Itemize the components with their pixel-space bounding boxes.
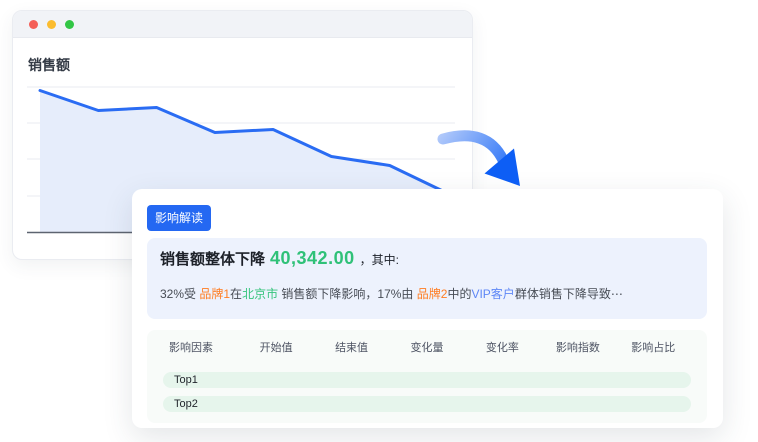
table-header-cell: 变化量	[389, 339, 464, 355]
detail-segment: 32%受	[160, 287, 199, 301]
table-header-cell: 开始值	[238, 339, 313, 355]
detail-segment: 在	[230, 287, 242, 301]
impact-table: 影响因素 开始值 结束值 变化量 变化率 影响指数 影响占比 Top1 Top2	[147, 330, 707, 423]
table-header-cell: 结束值	[314, 339, 389, 355]
detail-segment: 中的	[447, 287, 471, 301]
insight-card: 影响解读 销售额整体下降 40,342.00 ，其中: 32%受 品牌1在北京市…	[132, 189, 723, 428]
window-minimize-icon[interactable]	[47, 20, 56, 29]
summary-panel: 销售额整体下降 40,342.00 ，其中: 32%受 品牌1在北京市 销售额下…	[147, 238, 707, 319]
detail-segment-brand1: 品牌1	[199, 287, 230, 301]
detail-segment: 销售额下降影响，17%由	[278, 287, 417, 301]
table-header-cell: 影响占比	[616, 339, 691, 355]
summary-suffix: ，其中:	[360, 251, 399, 268]
impact-analysis-badge[interactable]: 影响解读	[147, 205, 211, 231]
summary-value: 40,342.00	[270, 248, 355, 269]
window-titlebar	[13, 11, 472, 38]
chart-title: 销售额	[28, 55, 70, 75]
table-row: Top2	[163, 396, 691, 412]
impact-table-header: 影响因素 开始值 结束值 变化量 变化率 影响指数 影响占比	[163, 339, 691, 355]
table-row: Top1	[163, 372, 691, 388]
detail-segment-vip: VIP客户	[471, 287, 514, 301]
summary-prefix: 销售额整体下降	[160, 248, 265, 269]
table-header-cell: 变化率	[465, 339, 540, 355]
table-header-cell: 影响因素	[163, 339, 238, 355]
page-canvas: 销售额 影响解读 销售额整体下降 40,342.00 ，其中: 32%受 品牌1…	[0, 0, 758, 442]
detail-segment-city: 北京市	[242, 287, 278, 301]
table-header-cell: 影响指数	[540, 339, 615, 355]
summary-detail: 32%受 品牌1在北京市 销售额下降影响，17%由 品牌2中的VIP客户群体销售…	[160, 285, 623, 302]
detail-segment: 群体销售下降导致⋯	[515, 287, 623, 301]
detail-segment-brand2: 品牌2	[417, 287, 448, 301]
window-maximize-icon[interactable]	[65, 20, 74, 29]
summary-headline: 销售额整体下降 40,342.00 ，其中:	[160, 248, 399, 269]
window-close-icon[interactable]	[29, 20, 38, 29]
